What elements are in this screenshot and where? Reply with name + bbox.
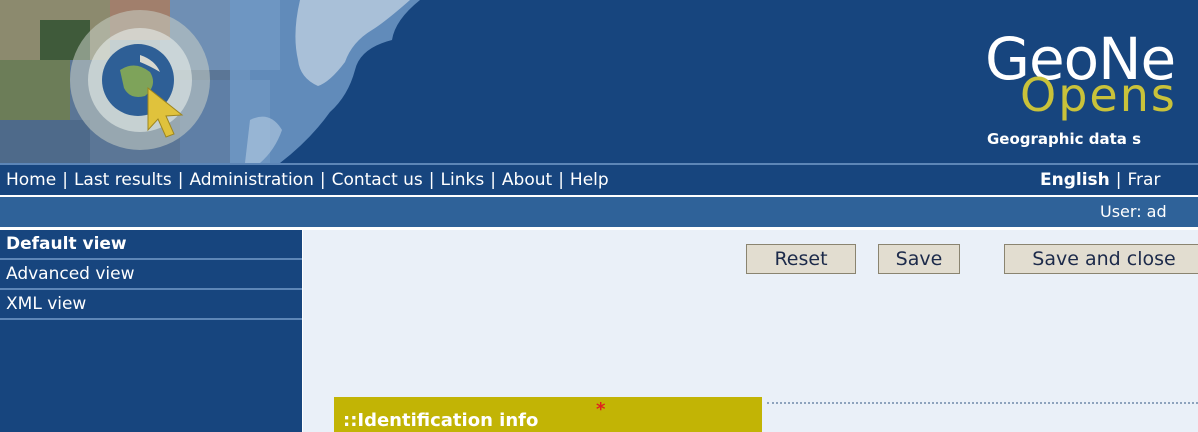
sidebar-item-default-view[interactable]: Default view (0, 230, 302, 260)
identification-info-header[interactable]: ::Identification info * (334, 397, 762, 432)
nav-link-administration[interactable]: Administration (189, 170, 313, 190)
sidebar-item-advanced-view[interactable]: Advanced view (0, 260, 302, 290)
header-banner: GeoNe Opens Geographic data s (0, 0, 1198, 163)
nav-separator: | (428, 170, 435, 190)
nav-link-about[interactable]: About (502, 170, 552, 190)
user-bar: User: ad (0, 197, 1198, 227)
sidebar-item-xml-view[interactable]: XML view (0, 290, 302, 320)
reset-button[interactable]: Reset (746, 244, 856, 274)
section-divider (767, 402, 1198, 404)
view-sidebar: Default view Advanced view XML view (0, 230, 302, 432)
nav-link-help[interactable]: Help (570, 170, 609, 190)
nav-separator: | (62, 170, 68, 190)
nav-separator: | (1115, 170, 1122, 190)
nav-link-contact-us[interactable]: Contact us (332, 170, 423, 190)
top-nav: Home | Last results | Administration | Contact… (0, 163, 1198, 195)
banner-tagline: Geographic data s (987, 130, 1142, 148)
required-marker: * (596, 399, 606, 420)
nav-separator: | (558, 170, 564, 190)
nav-link-home[interactable]: Home (6, 170, 56, 190)
logo-subtitle: Opens (1020, 68, 1177, 122)
section-title: ::Identification info (343, 410, 539, 431)
current-user: User: ad (1100, 202, 1167, 221)
nav-link-links[interactable]: Links (441, 170, 485, 190)
language-switcher: English | Frar (1040, 170, 1160, 190)
nav-separator: | (177, 170, 184, 190)
metadata-editor: Reset Save Save and close ::Identificati… (303, 230, 1198, 432)
nav-link-last-results[interactable]: Last results (74, 170, 172, 190)
nav-separator: | (319, 170, 326, 190)
save-button[interactable]: Save (878, 244, 960, 274)
lang-french[interactable]: Frar (1128, 170, 1161, 190)
save-and-close-button[interactable]: Save and close (1004, 244, 1198, 274)
lang-english[interactable]: English (1040, 170, 1110, 190)
nav-separator: | (490, 170, 496, 190)
nav-links: Home | Last results | Administration | Contact… (6, 170, 609, 190)
